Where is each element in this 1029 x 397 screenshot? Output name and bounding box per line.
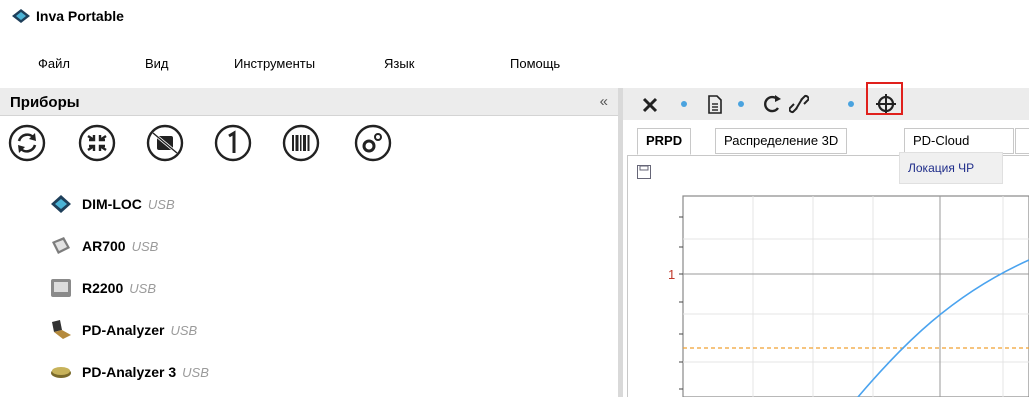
device-connection: USB xyxy=(129,281,156,296)
devices-toolbar xyxy=(8,124,428,164)
tooltip: Локация ЧР xyxy=(899,152,1003,184)
device-connection: USB xyxy=(131,239,159,254)
reload-icon[interactable] xyxy=(762,92,782,116)
title-bar: Inva Portable xyxy=(0,0,1029,30)
save-icon[interactable] xyxy=(637,165,651,179)
app-logo-icon xyxy=(12,9,30,23)
device-item-r2200[interactable]: R2200 USB xyxy=(50,278,450,302)
tab-pd-cloud[interactable]: PD-Cloud xyxy=(904,128,1014,154)
settings-icon[interactable] xyxy=(354,124,392,162)
device-connection: USB xyxy=(182,365,209,380)
menu-tools[interactable]: Инструменты xyxy=(234,56,315,71)
view-panel: PRPD Распределение 3D PD-Cloud 1 Локация… xyxy=(623,82,1029,397)
devices-panel-title: Приборы xyxy=(10,94,80,111)
devices-panel-header: Приборы « xyxy=(0,88,618,116)
barcode-icon[interactable] xyxy=(282,124,320,162)
tab-distribution-3d[interactable]: Распределение 3D xyxy=(715,128,848,154)
tab-prpd[interactable]: PRPD xyxy=(637,128,692,155)
device-name: PD-Analyzer xyxy=(82,322,165,338)
menu-file[interactable]: Файл xyxy=(38,56,70,71)
pd-analyzer-device-icon xyxy=(52,320,71,339)
device-name: PD-Analyzer 3 xyxy=(82,364,177,380)
r2200-device-icon xyxy=(51,279,71,297)
menu-language[interactable]: Язык xyxy=(384,56,414,71)
no-signal-icon[interactable] xyxy=(146,124,184,162)
app-title: Inva Portable xyxy=(36,8,124,24)
menu-help[interactable]: Помощь xyxy=(510,56,560,71)
collapse-panel-button[interactable]: « xyxy=(600,93,608,110)
dim-loc-device-icon xyxy=(51,195,71,213)
device-name: AR700 xyxy=(82,238,126,254)
device-item-dim-loc[interactable]: DIM-LOC USB xyxy=(50,194,450,218)
y-tick-label: 1 xyxy=(668,267,675,282)
active-tool-highlight xyxy=(866,82,903,115)
refresh-icon[interactable] xyxy=(8,124,46,162)
close-icon[interactable] xyxy=(641,92,659,116)
pd-analyzer-3-device-icon xyxy=(51,367,71,378)
separator-dot xyxy=(738,101,744,107)
link-icon[interactable] xyxy=(789,92,809,116)
separator-dot xyxy=(848,101,854,107)
ar700-device-icon xyxy=(52,237,70,254)
one-icon[interactable] xyxy=(214,124,252,162)
compress-icon[interactable] xyxy=(78,124,116,162)
device-item-pd-analyzer[interactable]: PD-Analyzer USB xyxy=(50,320,450,344)
device-name: R2200 xyxy=(82,280,124,296)
device-item-ar700[interactable]: AR700 USB xyxy=(50,236,450,260)
menu-bar: Файл Вид Инструменты Язык Помощь xyxy=(0,56,1029,78)
view-toolbar xyxy=(623,82,1029,120)
device-connection: USB xyxy=(147,197,175,212)
prpd-chart: 1 xyxy=(668,195,1029,397)
device-item-pd-analyzer-3[interactable]: PD-Analyzer 3 USB xyxy=(50,362,450,386)
menu-view[interactable]: Вид xyxy=(145,56,169,71)
document-icon[interactable] xyxy=(707,92,723,116)
tab-next[interactable] xyxy=(1015,128,1029,154)
device-name: DIM-LOC xyxy=(82,196,142,212)
devices-panel: Приборы « DIM-LOC USB AR700 USB R2200 US… xyxy=(0,88,618,397)
device-connection: USB xyxy=(170,323,198,338)
separator-dot xyxy=(681,101,687,107)
